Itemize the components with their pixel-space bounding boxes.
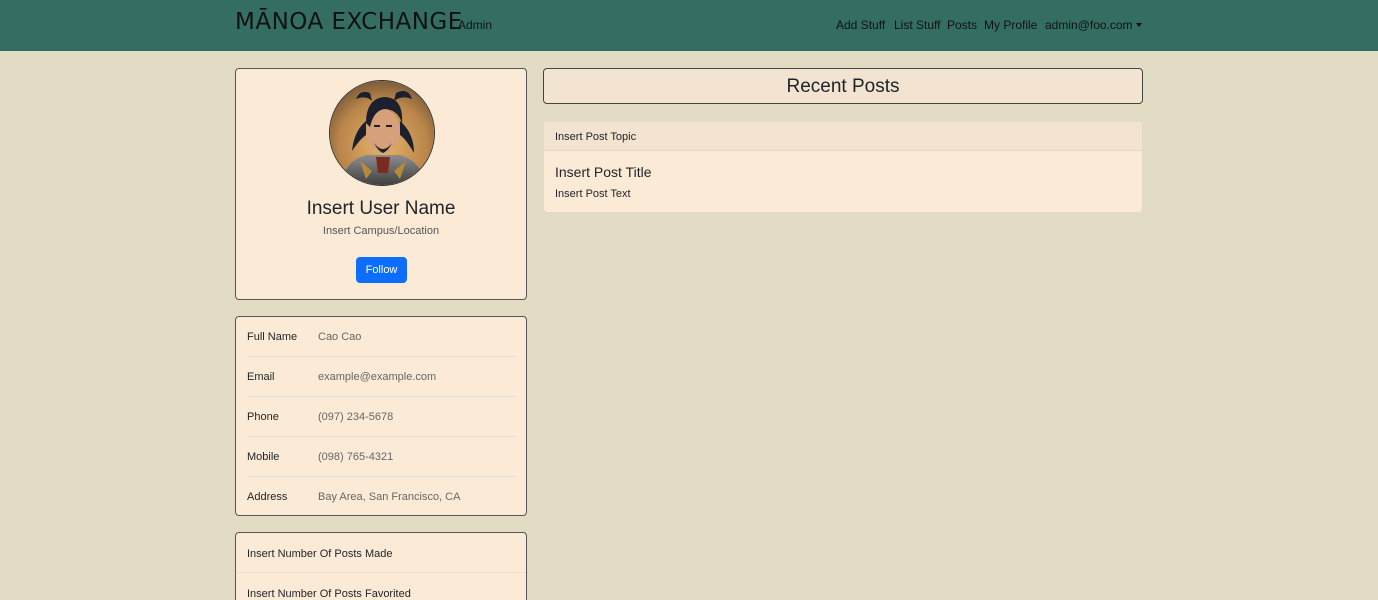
info-row-phone: Phone (097) 234-5678	[247, 397, 516, 437]
avatar-portrait-image	[330, 81, 434, 185]
profile-stats-card: Insert Number Of Posts Made Insert Numbe…	[235, 532, 527, 600]
stat-posts-favorited-label: Insert Number Of Posts Favorited	[247, 588, 411, 600]
info-label: Email	[247, 371, 275, 383]
nav-my-profile-link[interactable]: My Profile	[984, 18, 1037, 32]
info-row-mobile: Mobile (098) 765-4321	[247, 437, 516, 477]
avatar	[329, 80, 435, 186]
profile-user-name: Insert User Name	[306, 198, 456, 219]
nav-list-stuff-link[interactable]: List Stuff	[894, 18, 940, 32]
post-topic-bar: Insert Post Topic	[544, 122, 1142, 151]
info-value: Bay Area, San Francisco, CA	[318, 491, 461, 503]
stat-posts-favorited: Insert Number Of Posts Favorited	[236, 573, 526, 600]
profile-card: Insert User Name Insert Campus/Location …	[235, 68, 527, 300]
recent-posts-heading: Recent Posts	[543, 68, 1143, 104]
user-menu-label: admin@foo.com	[1045, 18, 1133, 32]
info-row-email: Email example@example.com	[247, 357, 516, 397]
top-navbar: MĀNOA EXCHANGE Admin Add Stuff List Stuf…	[0, 0, 1378, 51]
post-card[interactable]: Insert Post Topic Insert Post Title Inse…	[543, 121, 1143, 213]
post-text: Insert Post Text	[555, 188, 631, 200]
info-row-address: Address Bay Area, San Francisco, CA	[247, 477, 516, 517]
nav-posts-link[interactable]: Posts	[947, 18, 977, 32]
info-value: example@example.com	[318, 371, 437, 383]
info-row-full-name: Full Name Cao Cao	[247, 317, 516, 357]
info-value: Cao Cao	[318, 331, 362, 343]
caret-down-icon	[1135, 23, 1142, 27]
nav-add-stuff-link[interactable]: Add Stuff	[836, 18, 885, 32]
info-value: (098) 765-4321	[318, 451, 394, 463]
profile-info-card: Full Name Cao Cao Email example@example.…	[235, 316, 527, 516]
brand-logo[interactable]: MĀNOA EXCHANGE	[235, 9, 463, 35]
profile-campus: Insert Campus/Location	[322, 225, 440, 237]
stat-posts-made-label: Insert Number Of Posts Made	[247, 548, 393, 560]
info-label: Full Name	[247, 331, 298, 343]
nav-admin-link[interactable]: Admin	[458, 18, 492, 32]
info-label: Phone	[247, 411, 279, 423]
post-topic: Insert Post Topic	[555, 131, 637, 143]
follow-button[interactable]: Follow	[356, 257, 407, 283]
stat-posts-made: Insert Number Of Posts Made	[236, 533, 526, 573]
post-title: Insert Post Title	[555, 164, 652, 180]
info-value: (097) 234-5678	[318, 411, 394, 423]
info-label: Mobile	[247, 451, 280, 463]
user-menu-dropdown[interactable]: admin@foo.com	[1045, 18, 1142, 32]
info-label: Address	[247, 491, 288, 503]
